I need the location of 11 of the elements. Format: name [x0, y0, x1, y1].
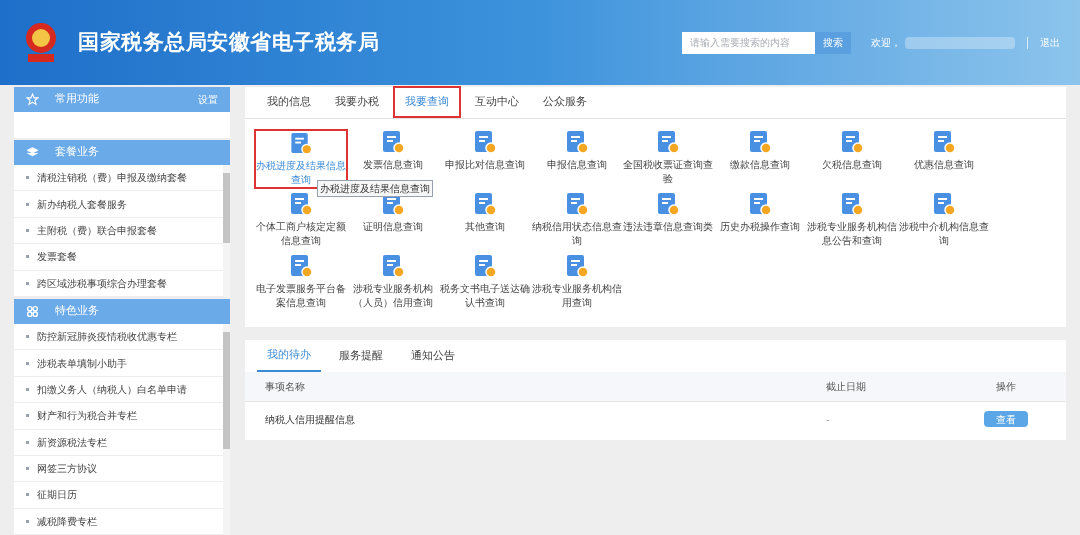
section-title: 常用功能 — [55, 91, 100, 108]
section-title: 套餐业务 — [55, 144, 100, 161]
column-header: 操作 — [995, 380, 1017, 394]
site-title: 国家税务总局安徽省电子税务局 — [78, 28, 380, 56]
column-header: 事项名称 — [265, 380, 306, 394]
welcome-text: 欢迎， — [871, 36, 901, 50]
tooltip: 办税进度及结果信息查询 — [317, 180, 433, 197]
section-title: 特色业务 — [55, 303, 100, 320]
column-header: 截止日期 — [826, 380, 867, 394]
table-cell-text: 纳税人信用提醒信息 — [265, 412, 356, 427]
table-cell-text: - — [826, 412, 831, 427]
